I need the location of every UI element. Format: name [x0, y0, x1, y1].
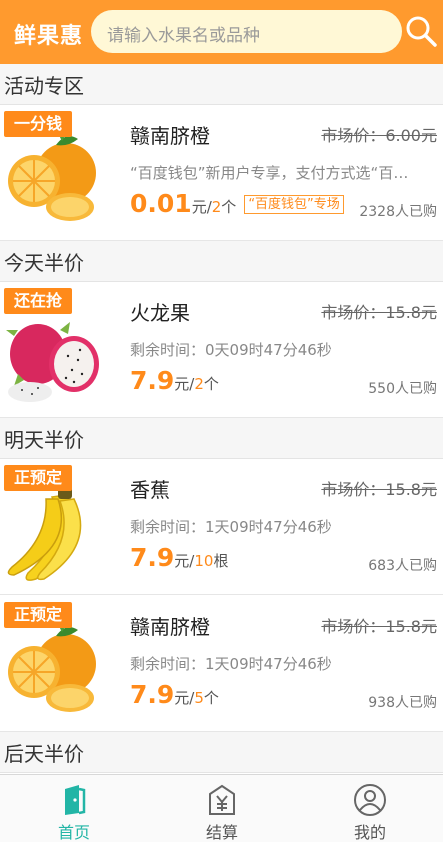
price-row: 7.9元/10根 [130, 543, 228, 572]
section-title-text: 活动专区 [4, 74, 84, 98]
product-card[interactable]: 正预定 赣南脐橙 市场价：15.8元 剩余时间：1天09时47分46秒 7.9元… [0, 596, 443, 732]
section-title: 今天半价 [0, 241, 443, 282]
promo-badge: 还在抢 [4, 288, 72, 314]
product-image: 正预定 [4, 602, 100, 722]
price-unit-prefix: 元/ [174, 552, 195, 570]
product-description: “百度钱包”新用户专享，支付方式选“百… [130, 164, 409, 182]
price-unit-suffix: 个 [203, 689, 219, 707]
top-bar: 鲜果惠 请输入水果名或品种 [0, 0, 443, 64]
tab-profile[interactable]: 我的 [296, 775, 443, 842]
sold-count: 938人已购 [368, 695, 437, 711]
price-unit-qty: 5 [194, 689, 204, 707]
countdown-text: 剩余时间：0天09时47分46秒 [130, 341, 332, 359]
section-title-text: 今天半价 [4, 251, 84, 275]
bottom-tab-bar: 首页 结算 我的 [0, 774, 443, 842]
section-title-text: 后天半价 [4, 742, 84, 766]
product-card[interactable]: 一分钱 赣南脐橙 市场价：6.00元 “百度钱包”新用户专享，支付方式选“百… … [0, 105, 443, 241]
sale-price: 0.01 [130, 189, 192, 218]
product-card[interactable]: 正预定 香蕉 市场价：15.8元 剩余时间：1天09时47分46秒 7.9元/1… [0, 459, 443, 595]
section-title: 明天半价 [0, 418, 443, 459]
section-title-text: 明天半价 [4, 428, 84, 452]
product-image: 一分钱 [4, 111, 100, 231]
countdown-text: 剩余时间：1天09时47分46秒 [130, 518, 332, 536]
sold-count: 2328人已购 [359, 204, 437, 220]
product-card[interactable]: 还在抢 火龙果 市场价：15.8元 剩余时间：0天09时47分46秒 7.9元/… [0, 282, 443, 418]
app-logo: 鲜果惠 [14, 24, 84, 49]
search-icon[interactable] [404, 14, 438, 48]
product-name: 香蕉 [130, 478, 170, 502]
sale-price: 7.9 [130, 680, 175, 709]
checkout-yuan-icon [209, 784, 235, 815]
sold-count: 683人已购 [368, 558, 437, 574]
price-unit-suffix: 根 [213, 552, 229, 570]
home-icon [65, 785, 86, 815]
price-row: 7.9元/5个 [130, 680, 219, 709]
market-price: 市场价：15.8元 [321, 617, 437, 636]
tab-label: 结算 [205, 823, 238, 842]
price-unit-qty: 2 [211, 198, 222, 216]
section-title: 活动专区 [0, 64, 443, 105]
product-image: 正预定 [4, 465, 100, 585]
tab-label: 我的 [353, 823, 386, 842]
market-price: 市场价：15.8元 [321, 303, 437, 322]
market-price: 市场价：15.8元 [321, 480, 437, 499]
product-image: 还在抢 [4, 288, 100, 408]
price-unit-prefix: 元/ [174, 689, 195, 707]
sale-price: 7.9 [130, 543, 175, 572]
price-unit-qty: 2 [194, 375, 204, 393]
promo-badge: 一分钱 [4, 111, 72, 137]
promo-badge: 正预定 [4, 602, 72, 628]
product-name: 火龙果 [130, 301, 190, 325]
price-unit-prefix: 元/ [191, 198, 212, 216]
price-unit-suffix: 个 [221, 198, 237, 216]
product-name: 赣南脐橙 [130, 124, 210, 148]
section-title: 后天半价 [0, 732, 443, 773]
promo-badge: 正预定 [4, 465, 72, 491]
tab-label: 首页 [57, 823, 90, 842]
price-unit-prefix: 元/ [174, 375, 195, 393]
product-name: 赣南脐橙 [130, 615, 210, 639]
market-price: 市场价：6.00元 [321, 126, 437, 145]
search-placeholder: 请输入水果名或品种 [107, 26, 260, 46]
tab-home[interactable]: 首页 [0, 775, 148, 842]
tab-checkout[interactable]: 结算 [148, 775, 296, 842]
promo-tag: “百度钱包”专场 [244, 195, 344, 214]
profile-icon [354, 784, 386, 816]
sale-price: 7.9 [130, 366, 175, 395]
search-input[interactable]: 请输入水果名或品种 [91, 10, 402, 53]
sold-count: 550人已购 [368, 381, 437, 397]
price-row: 0.01元/2个 “百度钱包”专场 [130, 189, 344, 218]
countdown-text: 剩余时间：1天09时47分46秒 [130, 655, 332, 673]
price-unit-suffix: 个 [203, 375, 219, 393]
price-unit-qty: 10 [194, 552, 214, 570]
price-row: 7.9元/2个 [130, 366, 219, 395]
